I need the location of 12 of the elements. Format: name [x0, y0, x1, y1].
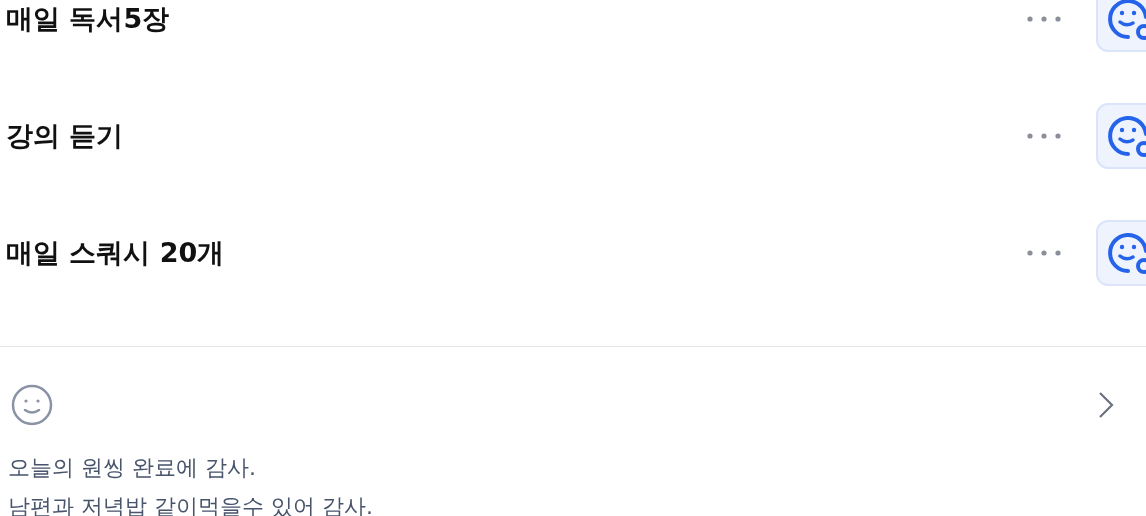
habit-title: 매일 스쿼시 20개 [6, 235, 226, 270]
habit-title: 강의 듣기 [6, 118, 125, 153]
chevron-right-icon[interactable] [1098, 391, 1114, 419]
smiley-icon [1106, 0, 1146, 41]
habit-title: 매일 독서5장 [6, 1, 171, 36]
more-icon[interactable] [1027, 132, 1061, 139]
journal-text: 오늘의 원씽 완료에 감사. [8, 454, 257, 482]
smiley-icon [11, 384, 53, 426]
more-icon[interactable] [1027, 249, 1061, 256]
smiley-icon [1106, 113, 1146, 158]
more-icon[interactable] [1027, 15, 1061, 22]
smiley-icon [1106, 230, 1146, 275]
